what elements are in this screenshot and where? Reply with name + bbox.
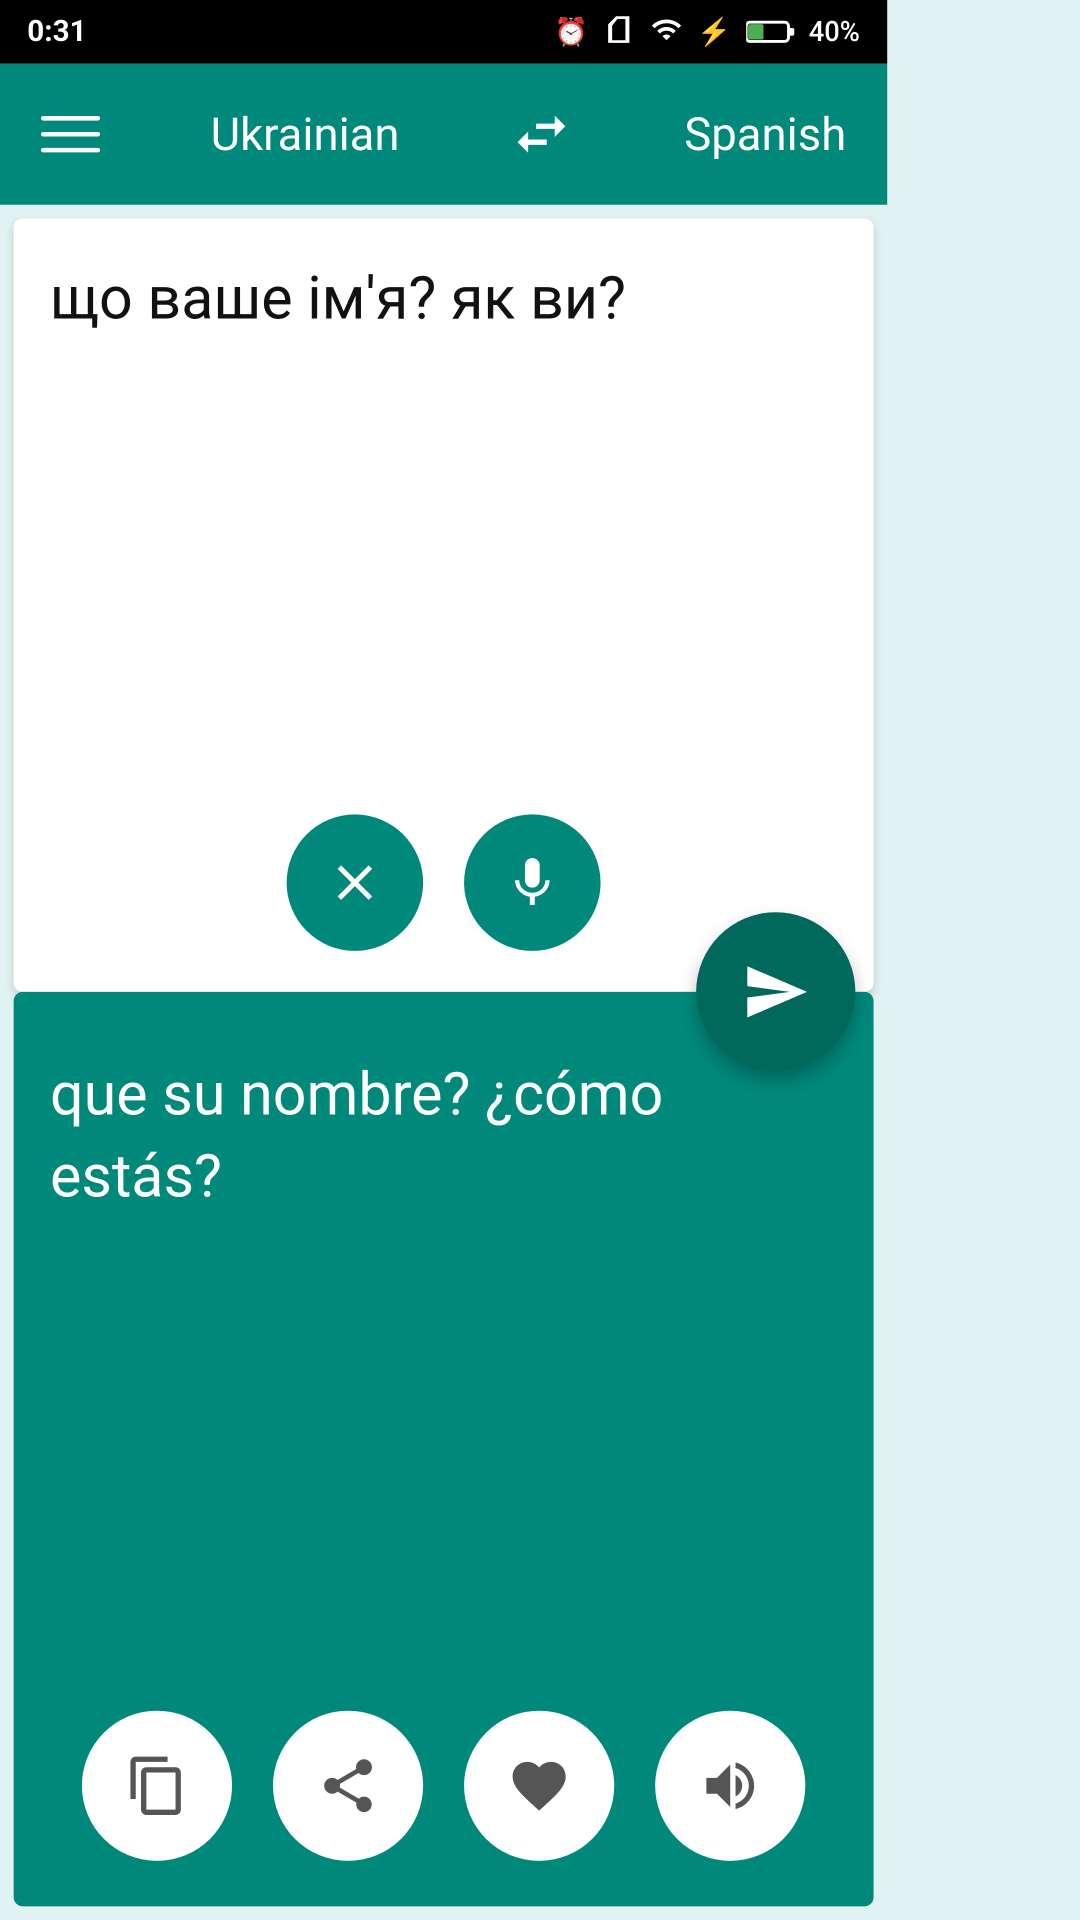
source-language-button[interactable]: Ukrainian (211, 107, 400, 162)
source-text[interactable]: що ваше ім'я? як ви? (50, 259, 837, 342)
battery-percent: 40% (809, 16, 860, 48)
alarm-icon: ⏰ (554, 16, 588, 48)
menu-button[interactable] (41, 116, 100, 152)
signal-icon (647, 13, 683, 52)
send-button[interactable] (696, 912, 855, 1071)
battery-icon (745, 18, 795, 45)
main-content: що ваше ім'я? як ви? que su n (0, 205, 887, 1920)
sim-icon (602, 13, 634, 52)
clear-button[interactable] (287, 814, 423, 950)
status-icons: ⏰ ⚡ 40% (554, 13, 860, 52)
translation-actions (82, 1711, 805, 1861)
toolbar: Ukrainian Spanish (0, 64, 887, 205)
status-time: 0:31 (27, 15, 86, 49)
share-button[interactable] (273, 1711, 423, 1861)
swap-languages-button[interactable] (510, 102, 574, 166)
copy-button[interactable] (82, 1711, 232, 1861)
translated-text: que su nombre? ¿cómo estás? (50, 1056, 837, 1222)
charge-icon: ⚡ (697, 16, 731, 48)
favorite-button[interactable] (464, 1711, 614, 1861)
target-language-button[interactable]: Spanish (684, 107, 846, 162)
status-bar: 0:31 ⏰ ⚡ 40% (0, 0, 887, 64)
translation-panel: que su nombre? ¿cómo estás? (14, 992, 874, 1907)
source-panel: що ваше ім'я? як ви? (14, 218, 874, 991)
speaker-button[interactable] (655, 1711, 805, 1861)
microphone-button[interactable] (464, 814, 600, 950)
source-actions (287, 814, 601, 950)
